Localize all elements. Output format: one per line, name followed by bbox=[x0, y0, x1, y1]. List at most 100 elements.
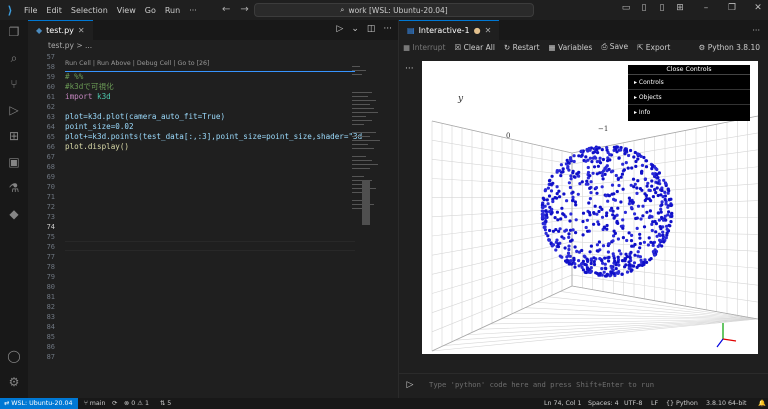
restore-icon[interactable]: ❐ bbox=[726, 3, 738, 15]
command-center-search[interactable]: ⌕ work [WSL: Ubuntu-20.04] bbox=[254, 3, 534, 17]
point-marker bbox=[660, 188, 664, 192]
point-marker bbox=[584, 155, 588, 159]
point-marker bbox=[621, 162, 625, 166]
explorer-icon[interactable]: ❐ bbox=[4, 22, 24, 42]
forward-arrow-icon[interactable]: → bbox=[240, 4, 248, 15]
clear-all-button[interactable]: ☒ Clear All bbox=[455, 43, 495, 52]
menu-edit[interactable]: Edit bbox=[46, 6, 62, 15]
point-marker bbox=[601, 157, 605, 162]
line-ending[interactable]: LF bbox=[651, 398, 658, 409]
kernel-picker[interactable]: ⚙ Python 3.8.10 bbox=[699, 43, 760, 52]
interpreter[interactable]: 3.8.10 64-bit bbox=[706, 398, 747, 409]
branch-label: main bbox=[89, 400, 106, 407]
ports-count: 5 bbox=[167, 400, 172, 407]
interactive-input-box[interactable]: ▷ Type 'python' code here and press Shif… bbox=[399, 373, 768, 395]
ports-indicator[interactable]: ⇅ 5 bbox=[160, 398, 171, 409]
export-button[interactable]: ⇱ Export bbox=[637, 43, 670, 52]
save-button[interactable]: ⎙ Save bbox=[601, 42, 628, 52]
branch-indicator[interactable]: ⑂ main bbox=[84, 398, 106, 409]
testing-icon[interactable]: ⚗ bbox=[4, 178, 24, 198]
point-marker bbox=[570, 238, 574, 242]
run-input-icon[interactable]: ▷ bbox=[399, 380, 421, 390]
k3d-plot-output[interactable]: y 0 −1 Close Controls ▸ Controls ▸ Objec… bbox=[422, 61, 758, 354]
variables-button[interactable]: ▦ Variables bbox=[549, 43, 593, 52]
run-file-icon[interactable]: ▷ bbox=[336, 24, 343, 34]
restart-button[interactable]: ↻ Restart bbox=[504, 43, 540, 52]
line-number: 72 bbox=[46, 203, 55, 211]
settings-gear-icon[interactable]: ⚙ bbox=[4, 372, 24, 392]
remote-indicator[interactable]: ⇄ WSL: Ubuntu-20.04 bbox=[0, 398, 78, 409]
back-arrow-icon[interactable]: ← bbox=[222, 4, 230, 15]
output-more-icon[interactable]: ··· bbox=[405, 64, 414, 74]
menu-more[interactable]: ··· bbox=[189, 6, 197, 15]
extensions-icon[interactable]: ⊞ bbox=[4, 126, 24, 146]
line-number: 69 bbox=[46, 173, 55, 181]
python-icon[interactable]: ◆ bbox=[4, 204, 24, 224]
interrupt-button[interactable]: ■ Interrupt bbox=[403, 43, 446, 52]
point-marker bbox=[584, 225, 588, 230]
remote-explorer-icon[interactable]: ▣ bbox=[4, 152, 24, 172]
point-marker bbox=[646, 243, 650, 247]
point-marker bbox=[627, 231, 631, 235]
info-folder[interactable]: ▸ Info bbox=[628, 105, 750, 120]
point-marker bbox=[648, 188, 652, 193]
encoding[interactable]: UTF-8 bbox=[624, 398, 642, 409]
account-icon[interactable]: ◯ bbox=[4, 346, 24, 366]
editor-more-icon[interactable]: ··· bbox=[383, 24, 392, 34]
point-marker bbox=[639, 217, 643, 221]
editor-scrollbar[interactable] bbox=[362, 180, 370, 225]
toggle-panel-icon[interactable]: ▭ bbox=[620, 3, 632, 15]
toggle-secondary-icon[interactable]: ▯ bbox=[656, 3, 668, 15]
split-editor-icon[interactable]: ◫ bbox=[367, 24, 376, 34]
minimize-icon[interactable]: – bbox=[700, 3, 712, 15]
cursor-position[interactable]: Ln 74, Col 1 bbox=[544, 398, 582, 409]
search-view-icon[interactable]: ⌕ bbox=[4, 48, 24, 68]
point-marker bbox=[571, 199, 575, 203]
language-mode[interactable]: {} Python bbox=[666, 398, 698, 409]
point-marker bbox=[594, 186, 599, 190]
indentation[interactable]: Spaces: 4 bbox=[588, 398, 619, 409]
close-window-icon[interactable]: ✕ bbox=[752, 3, 764, 15]
menu-file[interactable]: File bbox=[24, 6, 37, 15]
tab-close-icon[interactable]: ✕ bbox=[78, 26, 85, 35]
breadcrumb[interactable]: test.py > ... bbox=[48, 41, 92, 50]
export-label: Export bbox=[645, 42, 671, 52]
sync-icon[interactable]: ⟳ bbox=[112, 398, 117, 409]
menu-go[interactable]: Go bbox=[145, 6, 156, 15]
point-marker bbox=[619, 175, 623, 179]
run-dropdown-icon[interactable]: ⌄ bbox=[351, 24, 359, 34]
menu-selection[interactable]: Selection bbox=[71, 6, 108, 15]
variables-label: Variables bbox=[558, 42, 593, 52]
point-marker bbox=[617, 156, 621, 160]
point-marker bbox=[624, 149, 629, 153]
point-marker bbox=[555, 210, 559, 214]
point-marker bbox=[657, 211, 661, 215]
layout-icon[interactable]: ⊞ bbox=[674, 3, 686, 15]
code-area[interactable]: # %% #k3dで可視化 import k3d plot=k3d.plot(c… bbox=[65, 52, 362, 152]
menu-view[interactable]: View bbox=[117, 6, 136, 15]
point-marker bbox=[600, 185, 604, 189]
minimap[interactable] bbox=[350, 52, 390, 232]
objects-folder[interactable]: ▸ Objects bbox=[628, 90, 750, 105]
point-marker bbox=[548, 210, 552, 214]
run-debug-icon[interactable]: ▷ bbox=[4, 100, 24, 120]
problems-indicator[interactable]: ⊗ 0 ⚠ 1 bbox=[124, 398, 149, 409]
point-marker bbox=[625, 270, 630, 274]
point-marker bbox=[587, 201, 591, 205]
notifications-bell-icon[interactable]: 🔔 bbox=[758, 398, 766, 409]
interactive-tab-close-icon[interactable]: ✕ bbox=[485, 26, 492, 35]
menu-run[interactable]: Run bbox=[165, 6, 180, 15]
point-marker bbox=[629, 250, 633, 254]
close-controls-button[interactable]: Close Controls bbox=[628, 65, 750, 75]
tab-test-py[interactable]: ◆ test.py ✕ bbox=[28, 20, 93, 40]
controls-folder[interactable]: ▸ Controls bbox=[628, 75, 750, 90]
source-control-icon[interactable]: ⑂ bbox=[4, 74, 24, 94]
interactive-more-icon[interactable]: ··· bbox=[752, 26, 760, 35]
point-marker bbox=[635, 226, 639, 230]
tab-interactive-1[interactable]: ▤ Interactive-1 ● ✕ bbox=[399, 20, 500, 40]
point-marker bbox=[608, 274, 612, 278]
point-marker bbox=[653, 253, 657, 257]
point-marker bbox=[547, 194, 552, 198]
point-marker bbox=[623, 210, 627, 214]
toggle-sidebar-icon[interactable]: ▯ bbox=[638, 3, 650, 15]
